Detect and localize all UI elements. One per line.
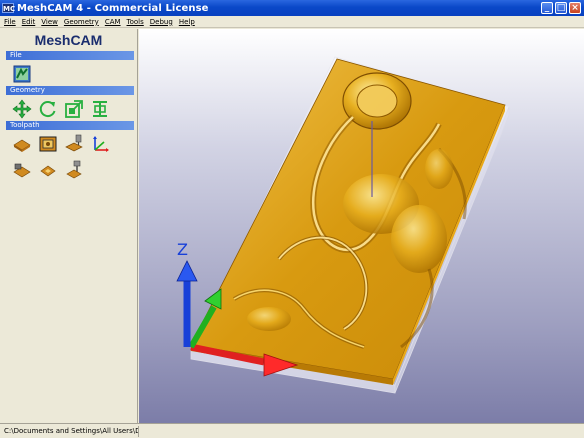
section-geometry: Geometry (6, 86, 134, 95)
maximize-icon[interactable]: □ (555, 2, 567, 14)
status-file-path: C:\Documents and Settings\All Users\Docu… (4, 427, 138, 435)
minimize-icon[interactable]: _ (541, 2, 553, 14)
origin-icon[interactable] (90, 134, 110, 154)
title-bar[interactable]: MC MeshCAM 4 - Commercial License _ □ × (0, 0, 584, 16)
close-icon[interactable]: × (569, 2, 581, 14)
menu-debug[interactable]: Debug (150, 18, 173, 26)
sidebar: MeshCAM File Geometry Toolpath (0, 29, 138, 423)
menu-geometry[interactable]: Geometry (64, 18, 99, 26)
3d-viewport[interactable]: Z (139, 29, 584, 423)
size-icon[interactable] (90, 99, 110, 119)
app-name: MeshCAM (34, 32, 103, 48)
status-pane (138, 425, 584, 437)
section-toolpath: Toolpath (6, 121, 134, 130)
move-icon[interactable] (12, 99, 32, 119)
menu-tools[interactable]: Tools (127, 18, 144, 26)
scale-icon[interactable] (64, 99, 84, 119)
simulate-icon[interactable] (12, 160, 32, 180)
z-axis-label: Z (177, 240, 188, 259)
menu-view[interactable]: View (41, 18, 58, 26)
model-scene[interactable]: Z (139, 29, 584, 423)
menu-cam[interactable]: CAM (105, 18, 121, 26)
toolpath-icon[interactable] (64, 134, 84, 154)
region-icon[interactable] (38, 134, 58, 154)
status-bar: C:\Documents and Settings\All Users\Docu… (0, 423, 584, 438)
rotate-icon[interactable] (38, 99, 58, 119)
menu-edit[interactable]: Edit (22, 18, 36, 26)
post-icon[interactable] (64, 160, 84, 180)
menu-file[interactable]: File (4, 18, 16, 26)
menu-help[interactable]: Help (179, 18, 195, 26)
menu-bar: File Edit View Geometry CAM Tools Debug … (0, 16, 584, 28)
stock-icon[interactable] (12, 134, 32, 154)
section-file: File (6, 51, 134, 60)
app-icon[interactable]: MC (2, 3, 15, 13)
open-file-icon[interactable] (12, 64, 32, 84)
model-mesh[interactable] (190, 58, 506, 385)
machine-stock-icon[interactable] (38, 160, 58, 180)
window-title: MeshCAM 4 - Commercial License (17, 2, 209, 14)
